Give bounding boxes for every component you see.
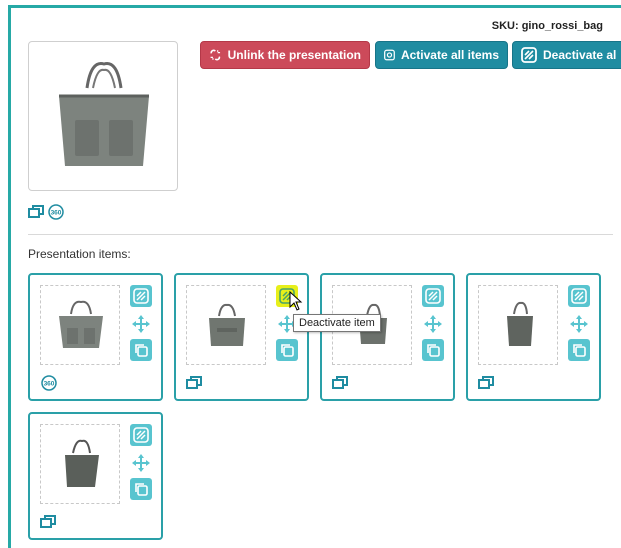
unlink-icon xyxy=(210,49,221,61)
svg-text:360: 360 xyxy=(51,210,62,217)
move-icon xyxy=(132,315,150,333)
item-foot-icon: 360 xyxy=(40,375,58,394)
deactivate-item-button[interactable] xyxy=(568,285,590,307)
item-foot-icon xyxy=(332,375,348,392)
presentation-item[interactable] xyxy=(320,273,455,401)
view-360-icon: 360 xyxy=(48,204,64,220)
duplicate-item-button[interactable] xyxy=(276,339,298,361)
eye-slash-icon xyxy=(521,47,537,63)
unlink-label: Unlink the presentation xyxy=(227,48,361,62)
copy-icon xyxy=(427,344,440,357)
presentation-item[interactable] xyxy=(466,273,601,401)
item-thumbnail[interactable] xyxy=(40,424,120,504)
tooltip: Deactivate item xyxy=(293,314,381,332)
move-handle[interactable] xyxy=(568,313,590,338)
bag-image xyxy=(209,303,245,346)
bag-image xyxy=(507,301,533,346)
main-product-image[interactable] xyxy=(28,41,178,191)
bag-image xyxy=(65,439,99,487)
move-handle[interactable] xyxy=(422,313,444,338)
deactivate-label: Deactivate al xyxy=(543,48,617,62)
activate-label: Activate all items xyxy=(400,48,499,62)
item-thumbnail[interactable] xyxy=(186,285,266,365)
multi-image-icon xyxy=(186,376,202,389)
deactivate-item-button[interactable] xyxy=(130,424,152,446)
svg-text:360: 360 xyxy=(44,381,55,388)
multi-image-icon xyxy=(40,515,56,528)
copy-icon xyxy=(573,344,586,357)
bag-image xyxy=(59,62,149,166)
bag-image xyxy=(59,300,103,348)
move-handle[interactable] xyxy=(130,313,152,338)
eye-slash-icon xyxy=(133,427,149,443)
duplicate-item-button[interactable] xyxy=(130,339,152,361)
duplicate-item-button[interactable] xyxy=(422,339,444,361)
multi-image-icon xyxy=(28,205,44,218)
copy-icon xyxy=(135,344,148,357)
main-product-icons: 360 xyxy=(28,204,65,220)
multi-image-icon xyxy=(332,376,348,389)
deactivate-item-button[interactable] xyxy=(422,285,444,307)
multi-image-icon xyxy=(478,376,494,389)
move-icon xyxy=(424,315,442,333)
presentation-item[interactable]: 360 xyxy=(28,273,163,401)
eye-slash-icon xyxy=(133,288,149,304)
view-360-icon: 360 xyxy=(41,375,57,391)
copy-icon xyxy=(135,483,148,496)
sku-label: SKU: gino_rossi_bag xyxy=(491,20,603,32)
item-thumbnail[interactable] xyxy=(478,285,558,365)
unlink-presentation-button[interactable]: Unlink the presentation xyxy=(200,41,370,69)
eye-slash-icon xyxy=(571,288,587,304)
mouse-cursor-icon xyxy=(289,291,303,311)
item-foot-icon xyxy=(478,375,494,392)
move-icon xyxy=(132,454,150,472)
item-foot-icon xyxy=(40,514,56,531)
eye-slash-icon xyxy=(425,288,441,304)
item-foot-icon xyxy=(186,375,202,392)
deactivate-item-button[interactable] xyxy=(130,285,152,307)
activate-all-button[interactable]: Activate all items xyxy=(375,41,508,69)
move-handle[interactable] xyxy=(130,452,152,477)
copy-icon xyxy=(281,344,294,357)
presentation-items-label: Presentation items: xyxy=(28,247,131,261)
move-icon xyxy=(570,315,588,333)
duplicate-item-button[interactable] xyxy=(568,339,590,361)
deactivate-all-button[interactable]: Deactivate al xyxy=(512,41,621,69)
presentation-item[interactable] xyxy=(28,412,163,540)
eye-icon xyxy=(384,49,395,61)
duplicate-item-button[interactable] xyxy=(130,478,152,500)
divider xyxy=(28,234,613,235)
item-thumbnail[interactable] xyxy=(40,285,120,365)
